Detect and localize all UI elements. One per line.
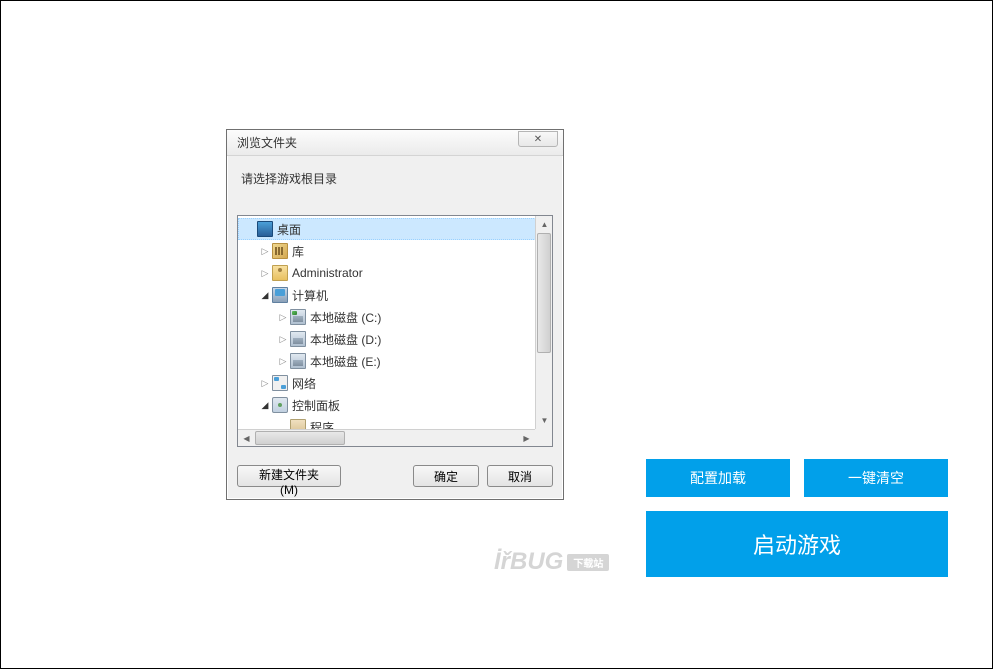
vertical-scrollbar[interactable]: ▲ ▼	[535, 216, 552, 429]
scroll-right-icon[interactable]: ▶	[518, 430, 535, 447]
expand-collapsed-icon[interactable]: ▷	[258, 244, 272, 258]
network-icon	[272, 375, 288, 391]
expand-collapsed-icon[interactable]: ▷	[276, 310, 290, 324]
library-icon	[272, 243, 288, 259]
expand-icon	[243, 222, 257, 236]
config-load-button[interactable]: 配置加载	[646, 459, 790, 497]
tree-label: 计算机	[292, 287, 328, 304]
user-icon	[272, 265, 288, 281]
tree-label: 网络	[292, 375, 316, 392]
title-bar[interactable]: 浏览文件夹 ✕	[227, 130, 563, 156]
folder-tree[interactable]: 桌面 ▷ 库 ▷ Administrator ◢ 计	[238, 216, 552, 440]
scroll-corner	[535, 429, 552, 446]
tree-item-disk-c[interactable]: ▷ 本地磁盘 (C:)	[238, 306, 552, 328]
expand-collapsed-icon[interactable]: ▷	[258, 376, 272, 390]
expand-open-icon[interactable]: ◢	[258, 398, 272, 412]
scroll-thumb[interactable]	[255, 431, 345, 445]
tree-item-disk-d[interactable]: ▷ 本地磁盘 (D:)	[238, 328, 552, 350]
tree-item-control-panel[interactable]: ◢ 控制面板	[238, 394, 552, 416]
scroll-thumb[interactable]	[537, 233, 551, 353]
dialog-actions: 新建文件夹 (M) 确定 取消	[237, 465, 553, 487]
folder-tree-container: 桌面 ▷ 库 ▷ Administrator ◢ 计	[237, 215, 553, 447]
scroll-down-icon[interactable]: ▼	[536, 412, 553, 429]
tree-label: Administrator	[292, 266, 363, 280]
tree-item-desktop[interactable]: 桌面	[238, 218, 552, 240]
watermark-text: İřBUG	[494, 548, 563, 576]
watermark-badge: 下载站	[567, 554, 609, 571]
horizontal-scrollbar[interactable]: ◀ ▶	[238, 429, 535, 446]
tree-item-disk-e[interactable]: ▷ 本地磁盘 (E:)	[238, 350, 552, 372]
expand-collapsed-icon[interactable]: ▷	[276, 354, 290, 368]
tree-label: 本地磁盘 (E:)	[310, 353, 381, 370]
ok-button[interactable]: 确定	[413, 465, 479, 487]
scroll-left-icon[interactable]: ◀	[238, 430, 255, 447]
disk-icon	[290, 353, 306, 369]
right-panel: 配置加载 一键清空 启动游戏	[646, 459, 948, 577]
computer-icon	[272, 287, 288, 303]
disk-icon	[290, 309, 306, 325]
close-button[interactable]: ✕	[518, 131, 558, 147]
control-panel-icon	[272, 397, 288, 413]
watermark: İřBUG 下载站	[494, 548, 609, 576]
tree-item-administrator[interactable]: ▷ Administrator	[238, 262, 552, 284]
spacer	[349, 465, 405, 487]
cancel-button[interactable]: 取消	[487, 465, 553, 487]
dialog-prompt: 请选择游戏根目录	[241, 170, 553, 187]
tree-item-network[interactable]: ▷ 网络	[238, 372, 552, 394]
tree-item-library[interactable]: ▷ 库	[238, 240, 552, 262]
tree-label: 库	[292, 243, 304, 260]
disk-icon	[290, 331, 306, 347]
expand-collapsed-icon[interactable]: ▷	[276, 332, 290, 346]
button-row: 配置加载 一键清空	[646, 459, 948, 497]
new-folder-button[interactable]: 新建文件夹 (M)	[237, 465, 341, 487]
dialog-title: 浏览文件夹	[237, 134, 297, 151]
browse-folder-dialog: 浏览文件夹 ✕ 请选择游戏根目录 桌面 ▷ 库	[226, 129, 564, 500]
dialog-body: 请选择游戏根目录 桌面 ▷ 库 ▷	[227, 156, 563, 499]
tree-label: 控制面板	[292, 397, 340, 414]
expand-open-icon[interactable]: ◢	[258, 288, 272, 302]
desktop-icon	[257, 221, 273, 237]
launch-game-button[interactable]: 启动游戏	[646, 511, 948, 577]
tree-label: 本地磁盘 (C:)	[310, 309, 381, 326]
clear-all-button[interactable]: 一键清空	[804, 459, 948, 497]
expand-collapsed-icon[interactable]: ▷	[258, 266, 272, 280]
tree-label: 桌面	[277, 221, 301, 238]
tree-label: 本地磁盘 (D:)	[310, 331, 381, 348]
scroll-up-icon[interactable]: ▲	[536, 216, 553, 233]
tree-item-computer[interactable]: ◢ 计算机	[238, 284, 552, 306]
